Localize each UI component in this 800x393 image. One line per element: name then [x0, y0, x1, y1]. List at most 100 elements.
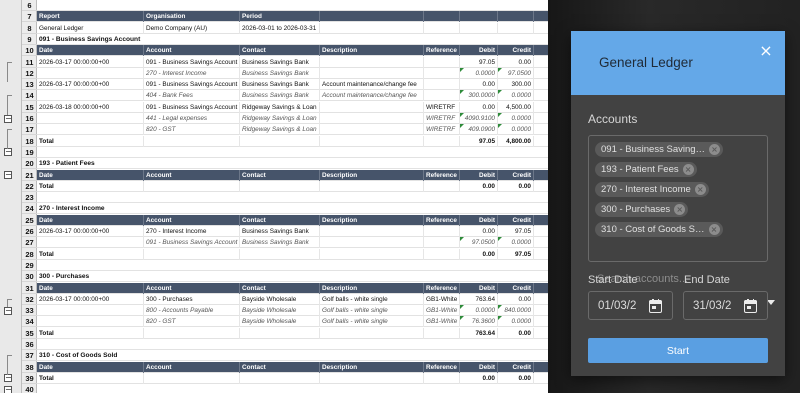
row-number[interactable]: 28 [22, 249, 37, 260]
cell[interactable]: 0.00 [460, 249, 498, 260]
column-header[interactable]: Credit [498, 283, 534, 294]
cell[interactable]: Account maintenance/change fee [320, 79, 424, 90]
cell[interactable]: 0.0000 [498, 237, 534, 248]
cell[interactable]: 2026-03-18 00:00:00+00 [37, 102, 144, 113]
row-number[interactable]: 25 [22, 215, 37, 226]
cell[interactable] [498, 23, 534, 34]
cell[interactable] [424, 90, 460, 101]
cell[interactable]: 0.00 [460, 102, 498, 113]
collapse-group-icon[interactable]: − [4, 171, 12, 179]
cell[interactable]: 97.0500 [498, 68, 534, 79]
column-header[interactable]: Reference [424, 362, 460, 373]
cell[interactable]: 409.0900 [460, 124, 498, 135]
end-date-input[interactable] [693, 299, 739, 313]
cell[interactable] [424, 79, 460, 90]
empty-row[interactable] [37, 192, 548, 203]
start-date-input[interactable] [598, 299, 644, 313]
cell[interactable]: 2026-03-17 00:00:00+00 [37, 79, 144, 90]
cell[interactable]: Total [37, 328, 144, 339]
table-row[interactable]: General Ledger Demo Company (AU) 2026-03-0… [37, 23, 548, 34]
table-row[interactable]: 820 - GST Bayside Wholesale Golf balls - w… [37, 316, 548, 327]
close-icon[interactable]: × [758, 43, 774, 59]
column-header[interactable] [498, 11, 534, 22]
cell[interactable] [320, 249, 424, 260]
collapse-group-icon[interactable]: − [4, 115, 12, 123]
cell[interactable]: Business Savings Bank [240, 226, 320, 237]
row-number[interactable]: 38 [22, 362, 37, 373]
column-header[interactable]: Date [37, 283, 144, 294]
cell[interactable] [240, 328, 320, 339]
table-row[interactable]: 820 - GST Ridgeway Savings & Loan WIRETRF 4… [37, 124, 548, 135]
header-row[interactable]: Report Organisation Period [37, 11, 548, 22]
column-header[interactable]: Description [320, 215, 424, 226]
row-number[interactable]: 26 [22, 226, 37, 237]
column-header[interactable]: Description [320, 170, 424, 181]
cell[interactable] [424, 136, 460, 147]
cell[interactable]: 840.0000 [498, 305, 534, 316]
cell[interactable]: 441 - Legal expenses [144, 113, 240, 124]
table-row[interactable]: 2026-03-17 00:00:00+00 270 - Interest Inc… [37, 226, 548, 237]
collapse-group-icon[interactable]: − [4, 307, 12, 315]
cell[interactable]: Total [37, 181, 144, 192]
cell[interactable]: WIRETRF [424, 113, 460, 124]
cell[interactable]: Business Savings Bank [240, 90, 320, 101]
cell[interactable] [320, 23, 424, 34]
row-number[interactable]: 22 [22, 181, 37, 192]
table-row[interactable]: 270 - Interest Income Business Savings Ba… [37, 68, 548, 79]
cell[interactable] [320, 181, 424, 192]
cell[interactable]: Business Savings Bank [240, 68, 320, 79]
cell[interactable]: 0.0000 [460, 305, 498, 316]
cell[interactable] [320, 237, 424, 248]
cell[interactable]: Total [37, 136, 144, 147]
cell[interactable]: 0.0000 [498, 113, 534, 124]
cell[interactable] [320, 113, 424, 124]
cell[interactable]: 0.00 [498, 294, 534, 305]
cell[interactable] [320, 136, 424, 147]
cell[interactable]: 763.64 [460, 294, 498, 305]
cell[interactable]: 97.0500 [460, 237, 498, 248]
cell[interactable] [37, 305, 144, 316]
cell[interactable] [144, 373, 240, 384]
column-header[interactable]: Credit [498, 45, 534, 56]
column-header[interactable]: Account [144, 283, 240, 294]
cell[interactable]: 2026-03-17 00:00:00+00 [37, 57, 144, 68]
cell[interactable] [320, 328, 424, 339]
cell[interactable]: 0.00 [498, 181, 534, 192]
column-header[interactable]: Description [320, 45, 424, 56]
cell[interactable]: 404 - Bank Fees [144, 90, 240, 101]
cell[interactable]: 300 - Purchases [144, 294, 240, 305]
cell[interactable]: 0.00 [460, 373, 498, 384]
column-header[interactable]: Contact [240, 362, 320, 373]
spreadsheet[interactable]: − − − − − − 6 7 8 9 10 11 12 13 14 15 16 17 18 19 20 21 22 23 2… [0, 0, 548, 393]
cell[interactable]: Bayside Wholesale [240, 316, 320, 327]
start-date-field[interactable] [588, 291, 673, 320]
cell[interactable] [144, 249, 240, 260]
column-header[interactable]: Debit [460, 283, 498, 294]
column-header[interactable]: Debit [460, 215, 498, 226]
row-number[interactable]: 39 [22, 373, 37, 384]
cell[interactable]: 76.3600 [460, 316, 498, 327]
row-number[interactable]: 27 [22, 237, 37, 248]
row-number[interactable]: 20 [22, 158, 37, 169]
table-row[interactable]: 2026-03-18 00:00:00+00 091 - Business Sav… [37, 102, 548, 113]
cell[interactable]: Ridgeway Savings & Loan [240, 124, 320, 135]
column-header[interactable]: Description [320, 362, 424, 373]
cell[interactable]: 0.00 [498, 373, 534, 384]
row-number[interactable]: 21 [22, 170, 37, 181]
cell[interactable] [320, 373, 424, 384]
row-number[interactable]: 8 [22, 23, 37, 34]
cell[interactable]: Demo Company (AU) [144, 23, 240, 34]
column-header[interactable]: Account [144, 362, 240, 373]
header-row[interactable]: Date Account Contact Description Reference De… [37, 45, 548, 56]
sheet-grid[interactable]: Report Organisation Period General Ledger De… [37, 0, 548, 393]
table-row[interactable]: 800 - Accounts Payable Bayside Wholesale G… [37, 305, 548, 316]
cell[interactable]: 2026-03-17 00:00:00+00 [37, 294, 144, 305]
accounts-multiselect[interactable]: 091 - Business Saving… × 193 - Patient Fee… [588, 135, 775, 305]
cell[interactable] [424, 57, 460, 68]
account-chip[interactable]: 193 - Patient Fees × [595, 162, 697, 177]
cell[interactable] [240, 249, 320, 260]
column-header[interactable]: Contact [240, 45, 320, 56]
cell[interactable] [320, 124, 424, 135]
row-number[interactable]: 16 [22, 113, 37, 124]
cell[interactable] [424, 23, 460, 34]
